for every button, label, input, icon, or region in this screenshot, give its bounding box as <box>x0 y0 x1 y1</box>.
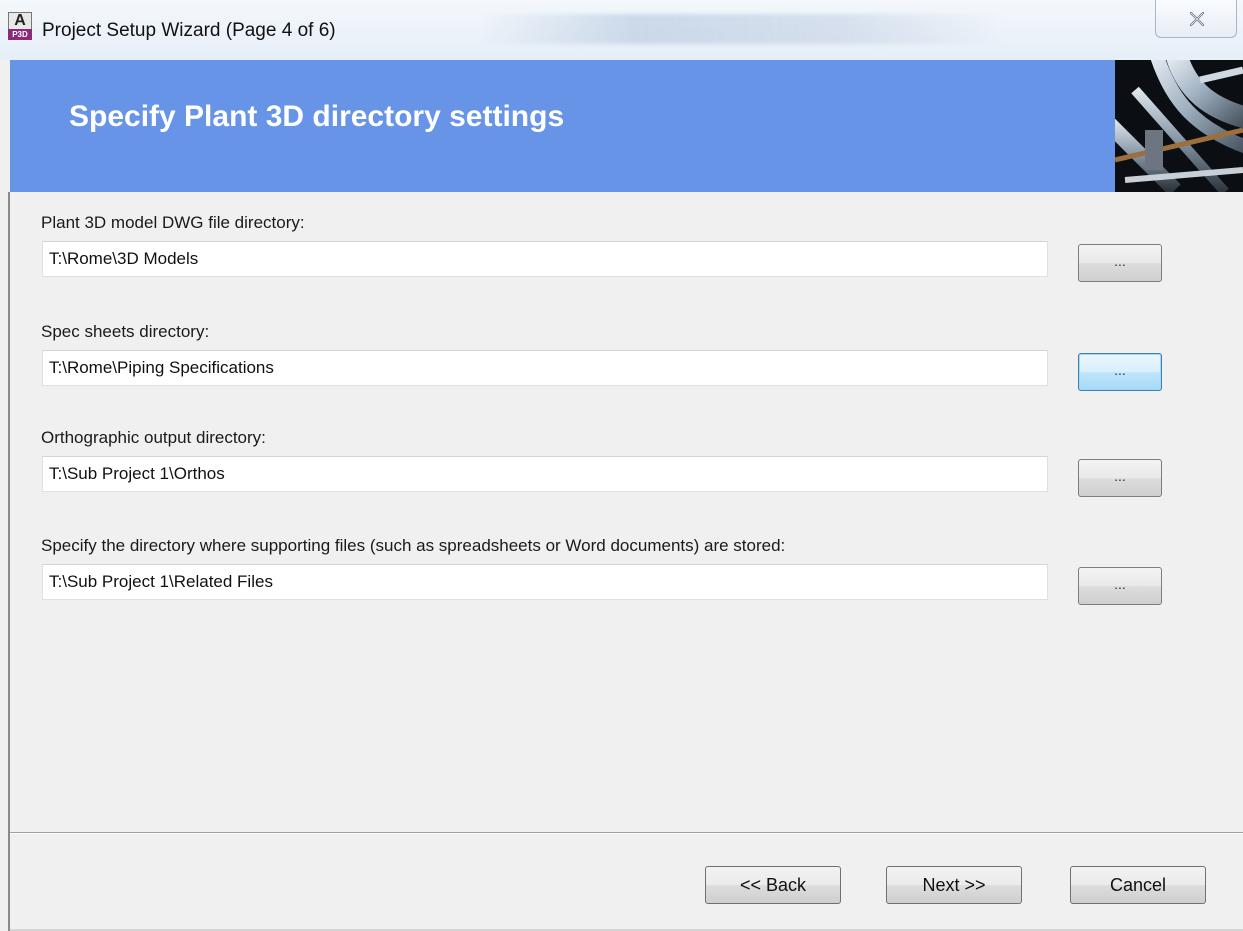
spec-sheets-directory-input[interactable] <box>42 350 1048 386</box>
background-window-blur <box>480 14 1000 44</box>
close-button[interactable] <box>1155 0 1237 38</box>
footer-divider <box>10 832 1243 834</box>
supporting-files-browse-button[interactable]: ... <box>1078 567 1162 605</box>
close-icon <box>1189 11 1205 27</box>
autocad-plant3d-icon: A P3D <box>8 12 32 40</box>
orthographic-output-directory-input[interactable] <box>42 456 1048 492</box>
window-title: Project Setup Wizard (Page 4 of 6) <box>42 20 336 41</box>
window-left-edge <box>8 192 10 931</box>
page-title: Specify Plant 3D directory settings <box>69 100 565 133</box>
piping-graphic <box>1115 60 1243 192</box>
supporting-files-directory-label: Specify the directory where supporting f… <box>41 536 786 555</box>
header-banner: Specify Plant 3D directory settings <box>10 60 1243 192</box>
spec-sheets-directory-label: Spec sheets directory: <box>41 322 210 341</box>
piping-illustration-icon <box>1115 60 1243 192</box>
project-setup-wizard-window: A P3D Project Setup Wizard (Page 4 of 6)… <box>0 0 1243 931</box>
model-dwg-directory-input[interactable] <box>42 241 1048 277</box>
supporting-files-directory-input[interactable] <box>42 564 1048 600</box>
spec-sheets-browse-button[interactable]: ... <box>1078 353 1162 391</box>
orthographic-browse-button[interactable]: ... <box>1078 459 1162 497</box>
title-bar[interactable]: A P3D Project Setup Wizard (Page 4 of 6) <box>0 0 1243 60</box>
cancel-button[interactable]: Cancel <box>1070 866 1206 904</box>
back-button[interactable]: << Back <box>705 866 841 904</box>
model-dwg-directory-label: Plant 3D model DWG file directory: <box>41 213 305 232</box>
next-button[interactable]: Next >> <box>886 866 1022 904</box>
orthographic-output-directory-label: Orthographic output directory: <box>41 428 266 447</box>
model-dwg-browse-button[interactable]: ... <box>1078 244 1162 282</box>
